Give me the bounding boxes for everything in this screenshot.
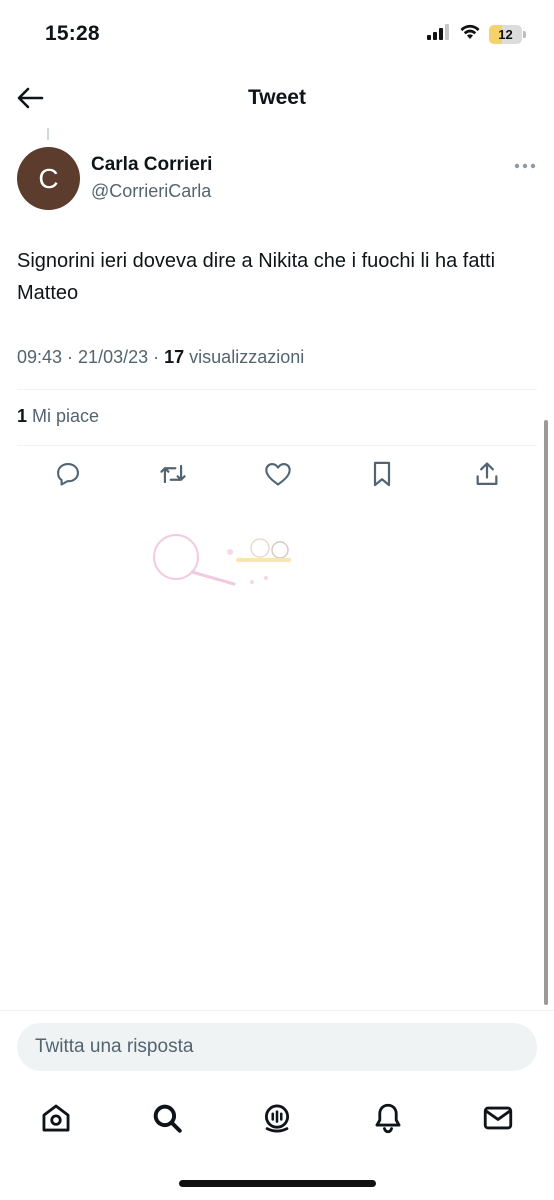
home-icon [39,1101,73,1140]
reply-bar [0,1010,554,1085]
status-icons: 12 [427,24,526,45]
author-name[interactable]: Carla Corrieri [91,154,212,176]
signal-icon [427,24,451,45]
reply-icon [54,460,82,493]
bookmark-icon [370,460,394,493]
share-icon [473,460,501,493]
mail-icon [481,1101,515,1140]
watermark-logo [148,532,293,590]
tweet-date[interactable]: 21/03/23 [78,347,148,367]
thread-connector [47,128,49,140]
tab-spaces[interactable] [259,1102,295,1138]
wifi-icon [459,24,481,45]
likes-stat[interactable]: 1 Mi piace [17,406,99,427]
tab-search[interactable] [149,1102,185,1138]
tweet-time[interactable]: 09:43 [17,347,62,367]
tweet-author: C Carla Corrieri @CorrieriCarla [17,147,537,211]
avatar[interactable]: C [17,147,80,210]
retweet-button[interactable] [156,458,190,494]
heart-icon [264,461,292,492]
bookmark-button[interactable] [365,458,399,494]
search-icon [150,1101,184,1140]
retweet-icon [158,460,188,493]
share-button[interactable] [470,458,504,494]
likes-label: Mi piace [32,406,100,426]
like-button[interactable] [261,458,295,494]
tab-bar [0,1085,554,1155]
status-time: 15:28 [45,22,100,45]
spaces-icon [260,1101,294,1140]
divider [17,445,537,446]
reply-input[interactable] [17,1023,537,1071]
battery-icon: 12 [489,25,526,44]
tweet-actions [17,458,537,498]
tab-home[interactable] [38,1102,74,1138]
status-bar: 15:28 12 [0,0,554,70]
views-count: 17 [164,347,185,367]
tweet-meta: 09:43 · 21/03/23 · 17 visualizzazioni [17,347,305,367]
views-label: visualizzazioni [189,347,305,367]
likes-count: 1 [17,406,28,426]
page-title: Tweet [248,86,306,109]
author-handle[interactable]: @CorrieriCarla [91,181,211,202]
tweet-text: Signorini ieri doveva dire a Nikita che … [17,250,496,304]
header: Tweet [0,70,554,128]
tab-messages[interactable] [480,1102,516,1138]
tab-notifications[interactable] [370,1102,406,1138]
more-options-button[interactable] [513,155,537,175]
reply-button[interactable] [51,458,85,494]
divider [17,389,537,390]
battery-level: 12 [498,27,513,42]
bell-icon [371,1101,405,1140]
more-dots-icon [514,156,536,174]
home-indicator[interactable] [179,1180,376,1187]
scrollbar[interactable] [544,420,548,1005]
